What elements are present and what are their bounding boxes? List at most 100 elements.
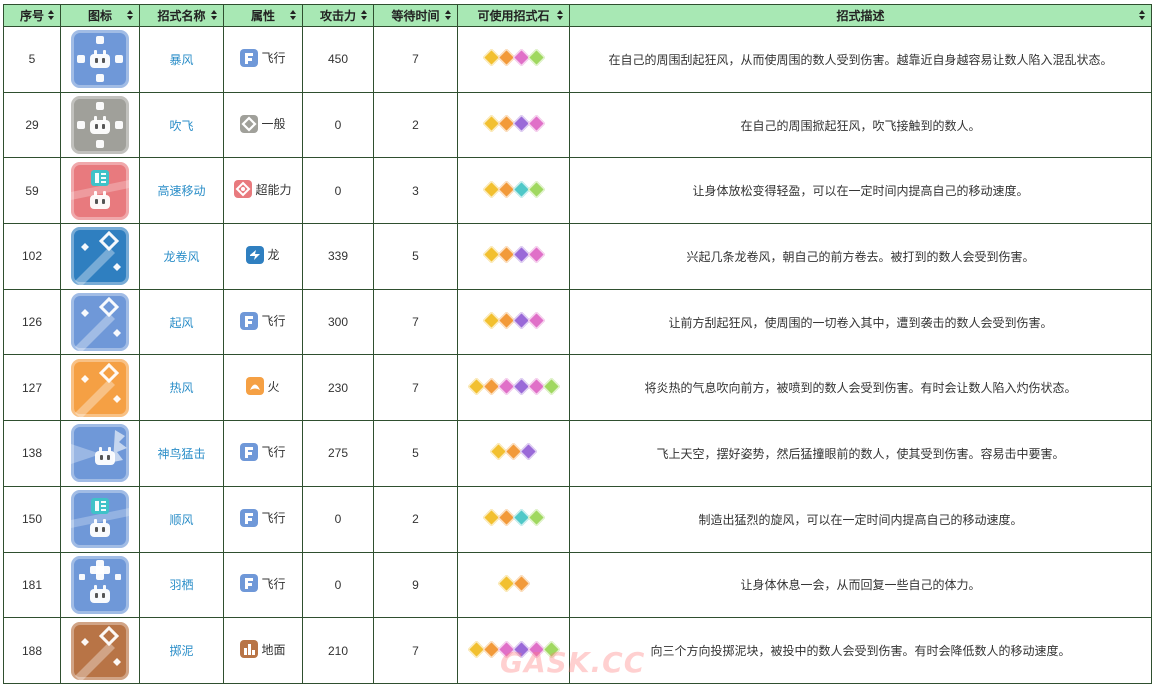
- cell-attr: 飞行: [223, 551, 303, 619]
- header-attack[interactable]: 攻击力: [302, 4, 374, 27]
- attack-value: 450: [327, 52, 349, 67]
- cell-attack: 0: [302, 157, 374, 225]
- header-wait[interactable]: 等待时间: [373, 4, 458, 27]
- wait-value: 7: [412, 52, 419, 67]
- cell-stones: [457, 551, 570, 619]
- skill-name-link[interactable]: 龙卷风: [163, 250, 199, 264]
- attack-value: 0: [334, 577, 342, 592]
- cell-attr: 超能力: [223, 157, 303, 225]
- attribute: 龙: [246, 245, 280, 264]
- header-name[interactable]: 招式名称: [139, 4, 224, 27]
- skill-name-link[interactable]: 羽栖: [169, 578, 193, 592]
- cell-attr: 飞行: [223, 420, 303, 487]
- skill-name-link[interactable]: 起风: [169, 316, 193, 330]
- cell-desc: 将炎热的气息吹向前方，被喷到的数人会受到伤害。有时会让数人陷入灼伤状态。: [569, 354, 1152, 422]
- skill-name-link[interactable]: 掷泥: [169, 644, 193, 658]
- skill-name-link[interactable]: 顺风: [169, 513, 193, 527]
- sort-icon[interactable]: [557, 10, 564, 22]
- header-attr[interactable]: 属性: [223, 4, 303, 27]
- skill-description: 向三个方向投掷泥块，被投中的数人会受到伤害。有时会降低数人的移动速度。: [650, 644, 1071, 659]
- cell-index: 188: [3, 617, 61, 684]
- header-name-label: 招式名称: [157, 9, 206, 23]
- attribute-label: 飞行: [261, 314, 286, 329]
- skill-stone-icon: [526, 311, 546, 330]
- row-index: 102: [21, 249, 43, 264]
- cell-index: 150: [3, 485, 61, 553]
- cell-icon: [60, 420, 140, 487]
- skill-description: 让身体放松变得轻盈，可以在一定时间内提高自己的移动速度。: [692, 184, 1029, 199]
- attribute: 飞行: [240, 48, 286, 67]
- flying-type-icon: [240, 48, 259, 67]
- header-index[interactable]: 序号: [3, 4, 61, 27]
- diagonal-strike-skill-icon: [71, 358, 129, 417]
- attack-value: 275: [327, 446, 349, 461]
- header-icon[interactable]: 图标: [60, 4, 140, 27]
- sort-icon[interactable]: [211, 10, 218, 22]
- diagonal-strike-skill-icon: [71, 293, 129, 352]
- skill-name-link[interactable]: 吹飞: [169, 119, 193, 133]
- sort-icon[interactable]: [127, 10, 134, 22]
- wait-value: 7: [412, 380, 419, 395]
- stone-list: [481, 508, 546, 527]
- header-stones-label: 可使用招式石: [477, 9, 550, 23]
- cell-name: 高速移动: [139, 157, 224, 225]
- skill-name-link[interactable]: 热风: [169, 381, 193, 395]
- stone-list: [481, 114, 546, 133]
- row-index: 181: [21, 577, 43, 592]
- skill-description: 在自己的周围刮起狂风，从而使周围的数人受到伤害。越靠近自身越容易让数人陷入混乱状…: [608, 52, 1113, 67]
- wait-value: 2: [412, 118, 419, 133]
- cell-icon: [60, 26, 140, 93]
- cell-icon: [60, 288, 140, 356]
- cell-index: 5: [3, 26, 61, 93]
- cell-wait: 9: [373, 551, 458, 619]
- skill-description: 将炎热的气息吹向前方，被喷到的数人会受到伤害。有时会让数人陷入灼伤状态。: [644, 381, 1077, 396]
- header-stones[interactable]: 可使用招式石: [457, 4, 570, 27]
- wait-value: 3: [412, 183, 419, 198]
- flying-type-icon: [240, 311, 259, 330]
- table-row: 5 暴风 飞行 450 7 在自己的周围刮起狂风，从而使周围的数人受到伤害。越靠…: [3, 26, 1152, 93]
- skill-stone-icon: [511, 574, 531, 593]
- attribute-label: 一般: [261, 117, 286, 132]
- skill-stone-icon: [519, 442, 538, 462]
- speed-buff-skill-icon: [71, 490, 129, 549]
- attack-value: 0: [334, 118, 342, 133]
- skill-name-link[interactable]: 神鸟猛击: [157, 447, 205, 461]
- cell-stones: [457, 354, 570, 422]
- sort-icon[interactable]: [290, 10, 297, 22]
- sort-icon[interactable]: [1139, 10, 1146, 22]
- header-desc[interactable]: 招式描述: [569, 4, 1152, 27]
- cell-attack: 450: [302, 26, 374, 93]
- sort-icon[interactable]: [445, 10, 452, 22]
- table-row: 29 吹飞 一般 0 2 在自己的周围掀起狂风，吹飞接触到的数人。: [3, 91, 1152, 159]
- row-index: 29: [25, 118, 39, 133]
- cell-name: 热风: [139, 354, 224, 422]
- cell-stones: [457, 288, 570, 356]
- header-attr-label: 属性: [250, 9, 275, 23]
- skill-name-link[interactable]: 高速移动: [157, 184, 205, 198]
- cell-wait: 2: [373, 91, 458, 159]
- cell-stones: [457, 91, 570, 159]
- row-index: 150: [21, 512, 43, 527]
- cell-wait: 7: [373, 26, 458, 93]
- cell-wait: 5: [373, 223, 458, 290]
- cell-icon: [60, 354, 140, 422]
- flying-type-icon: [240, 442, 259, 461]
- table-row: 150 顺风 飞行 0 2 制造出猛烈的旋风，可以在一定时间内提高自己的移动速度…: [3, 485, 1152, 553]
- cell-attack: 210: [302, 617, 374, 684]
- cell-index: 181: [3, 551, 61, 619]
- cell-name: 起风: [139, 288, 224, 356]
- watermark: GASK.CC: [500, 646, 646, 679]
- sort-icon[interactable]: [361, 10, 368, 22]
- heal-skill-icon: [71, 555, 129, 614]
- cell-desc: 让身体放松变得轻盈，可以在一定时间内提高自己的移动速度。: [569, 157, 1152, 225]
- cell-stones: [457, 157, 570, 225]
- header-attack-label: 攻击力: [319, 9, 356, 23]
- cell-attr: 龙: [223, 223, 303, 290]
- attack-value: 230: [327, 380, 349, 395]
- cell-index: 138: [3, 420, 61, 487]
- attack-value: 0: [334, 183, 342, 198]
- cross-burst-skill-icon: [71, 30, 129, 89]
- cell-index: 126: [3, 288, 61, 356]
- sort-icon[interactable]: [48, 10, 55, 22]
- skill-name-link[interactable]: 暴风: [169, 53, 193, 67]
